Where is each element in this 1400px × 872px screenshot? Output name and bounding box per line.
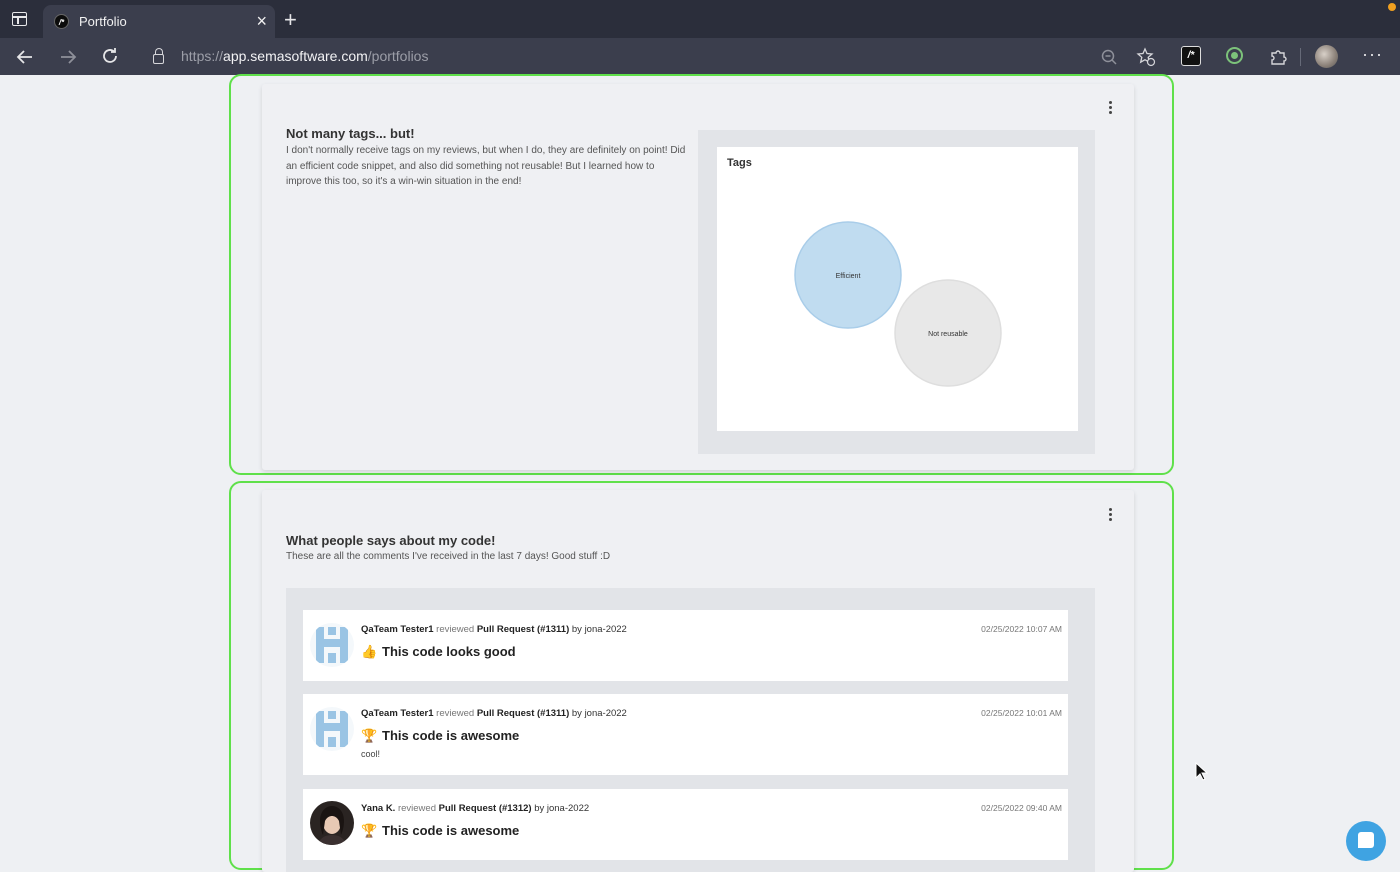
green-extension-icon[interactable]	[1226, 47, 1243, 64]
reviewer-name[interactable]: Yana K.	[361, 803, 395, 814]
browser-toolbar: https://app.semasoftware.com/portfolios …	[0, 38, 1400, 75]
reaction-text: This code is awesome	[382, 728, 520, 743]
tab-title: Portfolio	[79, 14, 127, 29]
pull-request-link[interactable]: Pull Request (#1312)	[439, 803, 532, 814]
user-photo-icon	[310, 801, 354, 845]
comment-reaction: 🏆 This code is awesome	[361, 728, 519, 744]
comment-meta: QaTeam Tester1 reviewed Pull Request (#1…	[361, 624, 627, 635]
tags-card-title: Not many tags... but!	[286, 126, 415, 141]
settings-more-icon[interactable]: ···	[1362, 44, 1383, 65]
forward-button[interactable]	[55, 44, 81, 70]
comment-verb: reviewed	[436, 708, 475, 719]
avatar	[310, 801, 354, 845]
comment-author: by jona-2022	[571, 624, 627, 635]
sema-favicon-icon: /*	[54, 14, 69, 29]
trophy-icon: 🏆	[361, 728, 378, 743]
reload-icon	[103, 48, 117, 63]
pull-request-link[interactable]: Pull Request (#1311)	[477, 624, 569, 635]
reaction-text: This code is awesome	[382, 823, 520, 838]
identicon-icon	[310, 623, 354, 667]
puzzle-icon	[1271, 50, 1287, 65]
comment-meta: QaTeam Tester1 reviewed Pull Request (#1…	[361, 708, 627, 719]
profile-avatar[interactable]	[1315, 45, 1338, 68]
comment-item: QaTeam Tester1 reviewed Pull Request (#1…	[303, 694, 1068, 775]
lock-icon[interactable]	[153, 48, 164, 64]
mouse-cursor-icon	[1195, 762, 1209, 781]
tag-bubble-label: Not reusable	[928, 331, 968, 338]
browser-tab-bar: /* Portfolio × +	[0, 0, 1400, 38]
toolbar-divider	[1300, 48, 1301, 66]
thumbs-up-icon: 👍	[361, 644, 378, 659]
reaction-text: This code looks good	[382, 644, 516, 659]
comment-date: 02/25/2022 09:40 AM	[981, 803, 1062, 813]
reviewer-name[interactable]: QaTeam Tester1	[361, 708, 434, 719]
comment-reaction: 🏆 This code is awesome	[361, 823, 519, 839]
comments-card-menu-icon[interactable]	[1105, 508, 1115, 524]
zoom-out-icon[interactable]	[1097, 45, 1121, 69]
tab-portfolio[interactable]: /* Portfolio ×	[43, 5, 275, 38]
close-tab-icon[interactable]: ×	[256, 11, 267, 31]
url-scheme: https://	[181, 48, 224, 64]
comment-author: by jona-2022	[534, 803, 590, 814]
extensions-icon[interactable]	[1266, 45, 1290, 69]
new-tab-button[interactable]: +	[284, 8, 297, 32]
comment-verb: reviewed	[436, 624, 475, 635]
comment-verb: reviewed	[397, 803, 436, 814]
url-path: /portfolios	[367, 48, 429, 64]
comment-reaction: 👍 This code looks good	[361, 644, 516, 660]
tab-actions-icon[interactable]	[12, 12, 27, 26]
comments-card-title: What people says about my code!	[286, 533, 496, 548]
chat-support-button[interactable]	[1346, 821, 1386, 861]
avatar	[310, 623, 354, 667]
comment-note: cool!	[361, 749, 381, 759]
reviewer-name[interactable]: QaTeam Tester1	[361, 624, 434, 635]
comment-item: Yana K. reviewed Pull Request (#1312) by…	[303, 789, 1068, 860]
trophy-icon: 🏆	[361, 823, 378, 838]
favorites-icon[interactable]	[1134, 45, 1158, 69]
tags-card-description: I don't normally receive tags on my revi…	[286, 145, 686, 187]
comment-meta: Yana K. reviewed Pull Request (#1312) by…	[361, 803, 589, 814]
tags-bubble-chart: Efficient Not reusable	[794, 221, 1002, 387]
magnifier-minus-icon	[1101, 49, 1117, 65]
forward-arrow-icon	[61, 50, 77, 64]
comment-item: QaTeam Tester1 reviewed Pull Request (#1…	[303, 610, 1068, 681]
url-host: app.semasoftware.com	[223, 48, 368, 64]
address-bar[interactable]: https://app.semasoftware.com/portfolios	[181, 48, 428, 64]
sema-extension-icon[interactable]: /*	[1181, 46, 1201, 66]
comments-card-subtitle: These are all the comments I've received…	[286, 551, 611, 562]
pull-request-link[interactable]: Pull Request (#1311)	[477, 708, 569, 719]
comment-date: 02/25/2022 10:01 AM	[981, 708, 1062, 718]
tags-card-menu-icon[interactable]	[1105, 101, 1115, 117]
back-button[interactable]	[12, 44, 38, 70]
reload-button[interactable]	[97, 44, 123, 70]
star-plus-icon	[1136, 47, 1156, 67]
back-arrow-icon	[16, 50, 32, 64]
tag-bubble-label: Efficient	[836, 273, 861, 280]
comment-author: by jona-2022	[571, 708, 627, 719]
notification-dot	[1388, 3, 1396, 11]
comment-date: 02/25/2022 10:07 AM	[981, 624, 1062, 634]
avatar	[310, 707, 354, 751]
identicon-icon	[310, 707, 354, 751]
